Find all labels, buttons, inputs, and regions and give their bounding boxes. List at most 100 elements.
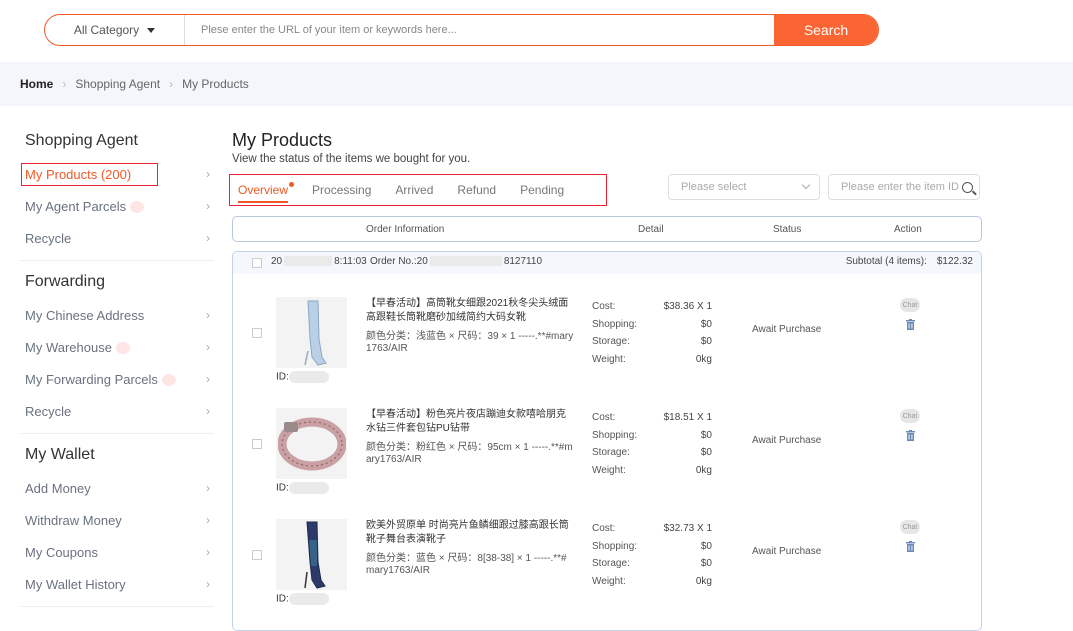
sidebar-item-label: My Wallet History [25, 576, 126, 592]
sidebar-item-label: My Coupons [25, 544, 98, 560]
redacted-block [288, 482, 329, 494]
trash-icon[interactable] [906, 319, 915, 330]
tab-refund[interactable]: Refund [457, 175, 496, 205]
sidebar-item-my-wallet-history[interactable]: My Wallet History › [20, 568, 214, 600]
redacted-block [288, 593, 329, 605]
chevron-right-icon: › [206, 481, 210, 495]
sidebar-item-label: My Chinese Address [25, 307, 145, 323]
sidebar-group-title: My Wallet [25, 446, 95, 463]
status-select[interactable]: Please select [668, 174, 820, 200]
chevron-right-icon: › [206, 545, 210, 559]
sidebar-item-my-coupons[interactable]: My Coupons › [20, 536, 214, 568]
column-action: Action [894, 224, 922, 235]
order-number: Order No.:20 8127110 [370, 256, 543, 267]
sidebar-item-my-chinese-address[interactable]: My Chinese Address › [20, 299, 214, 331]
order-subtotal: Subtotal (4 items): $122.32 [845, 256, 973, 267]
item-id: ID: [276, 482, 329, 494]
shopping-value: $0 [700, 429, 712, 441]
search-button[interactable]: Search [774, 15, 878, 45]
page-subtitle: View the status of the items we bought f… [232, 153, 471, 165]
chevron-right-icon: › [206, 340, 210, 354]
storage-value: $0 [700, 336, 712, 347]
item-detail: Cost: $32.73 X 1 Shopping: $0 Storage: $0 W… [592, 523, 712, 593]
table-header: Order Information Detail Status Action [232, 216, 982, 242]
chevron-right-icon: › [206, 167, 210, 181]
chevron-right-icon: › [206, 404, 210, 418]
status-select-placeholder: Please select [681, 181, 747, 193]
product-name[interactable]: 【早春活动】粉色亮片夜店蹦迪女款嘻哈朋克水钻三件套包钻PU钻带 [366, 408, 574, 436]
search-icon[interactable] [962, 181, 973, 193]
order-header: 20 8:11:03 Order No.:20 8127110 Subtotal (… [233, 252, 981, 274]
sidebar-item-recycle[interactable]: Recycle › [20, 222, 214, 254]
sidebar-group-my-wallet: My Wallet Add Money › Withdraw Money › M… [20, 444, 214, 607]
product-variant: 颜色分类：粉红色 × 尺码：95cm × 1 -----.**#mary1763… [366, 442, 573, 465]
status-tabs: Overview Processing Arrived Refund Pendi… [229, 174, 607, 206]
product-name[interactable]: 【早春活动】高筒靴女细跟2021秋冬尖头绒面高跟鞋长筒靴磨砂加绒简约大码女靴 [366, 297, 574, 325]
tab-label: Arrived [395, 183, 434, 197]
redacted-block [288, 371, 329, 383]
column-detail: Detail [638, 224, 664, 235]
redacted-block [429, 256, 502, 267]
main-content: My Products View the status of the items… [229, 130, 982, 631]
weight-value: 0kg [695, 575, 712, 587]
tab-pending[interactable]: Pending [520, 175, 564, 205]
order-card: 20 8:11:03 Order No.:20 8127110 Subtotal (… [232, 251, 982, 631]
chevron-right-icon: › [206, 308, 210, 322]
sidebar-group-forwarding: Forwarding My Chinese Address › My Wareh… [20, 271, 214, 434]
product-image[interactable] [276, 519, 347, 590]
product-variant: 颜色分类：蓝色 × 尺码：8[38-38] × 1 -----.**#mary1… [366, 553, 567, 576]
chevron-right-icon: › [169, 77, 174, 91]
chevron-right-icon: › [206, 513, 210, 527]
chevron-right-icon: › [62, 77, 67, 91]
sidebar-item-label: My Products (200) [21, 162, 159, 186]
chat-icon[interactable]: Chat [900, 520, 920, 534]
breadcrumb-shopping-agent[interactable]: Shopping Agent [75, 77, 160, 91]
trash-icon[interactable] [906, 541, 915, 552]
chevron-right-icon: › [206, 372, 210, 386]
tab-arrived[interactable]: Arrived [395, 175, 433, 205]
subtotal-value: $122.32 [936, 256, 973, 267]
category-dropdown[interactable]: All Category [45, 15, 185, 45]
sidebar-item-my-warehouse[interactable]: My Warehouse › [20, 331, 214, 363]
sidebar-item-add-money[interactable]: Add Money › [20, 472, 214, 504]
sidebar-item-my-forwarding-parcels[interactable]: My Forwarding Parcels › [20, 363, 214, 395]
cost-value: $18.51 X 1 [663, 412, 712, 423]
sidebar: Shopping Agent My Products (200) › My Ag… [20, 130, 214, 617]
order-checkbox[interactable] [252, 258, 262, 268]
count-badge [115, 342, 130, 355]
item-detail: Cost: $18.51 X 1 Shopping: $0 Storage: $0 W… [592, 412, 712, 482]
count-badge [161, 374, 176, 387]
table-row: ID: 【早春活动】高筒靴女细跟2021秋冬尖头绒面高跟鞋长筒靴磨砂加绒简约大码… [233, 274, 981, 385]
item-checkbox[interactable] [252, 550, 262, 560]
sidebar-item-label: My Warehouse [25, 339, 112, 355]
tab-label: Refund [457, 183, 497, 197]
sidebar-item-my-products[interactable]: My Products (200) › [20, 158, 214, 190]
cost-value: $32.73 X 1 [663, 523, 712, 534]
sidebar-item-label: Recycle [25, 230, 72, 246]
tab-processing[interactable]: Processing [312, 175, 371, 205]
tab-overview[interactable]: Overview [238, 175, 295, 205]
filter-row: Overview Processing Arrived Refund Pendi… [229, 174, 982, 206]
breadcrumb-home[interactable]: Home [20, 77, 53, 91]
item-status: Await Purchase [752, 546, 822, 557]
sidebar-item-withdraw-money[interactable]: Withdraw Money › [20, 504, 214, 536]
item-status: Await Purchase [752, 324, 822, 335]
table-row: ID: 欧美外贸原单 时尚亮片鱼鳞细跟过膝高跟长筒靴子舞台表演靴子 颜色分类：蓝… [233, 496, 981, 607]
search-input[interactable] [185, 15, 774, 45]
product-image[interactable] [276, 408, 347, 479]
trash-icon[interactable] [906, 430, 915, 441]
sidebar-group-title: Forwarding [25, 273, 106, 290]
sidebar-item-forwarding-recycle[interactable]: Recycle › [20, 395, 214, 427]
product-image[interactable] [276, 297, 347, 368]
sidebar-item-my-agent-parcels[interactable]: My Agent Parcels › [20, 190, 214, 222]
item-id-search-field[interactable]: Please enter the item ID [828, 174, 980, 200]
chat-icon[interactable]: Chat [900, 409, 920, 423]
item-checkbox[interactable] [252, 328, 262, 338]
sidebar-group-title: Shopping Agent [25, 132, 138, 149]
chat-icon[interactable]: Chat [900, 298, 920, 312]
item-checkbox[interactable] [252, 439, 262, 449]
sidebar-item-label: My Forwarding Parcels [25, 371, 158, 387]
page-title: My Products [232, 130, 333, 150]
order-datetime: 20 8:11:03 [271, 256, 367, 267]
product-name[interactable]: 欧美外贸原单 时尚亮片鱼鳞细跟过膝高跟长筒靴子舞台表演靴子 [366, 519, 574, 547]
